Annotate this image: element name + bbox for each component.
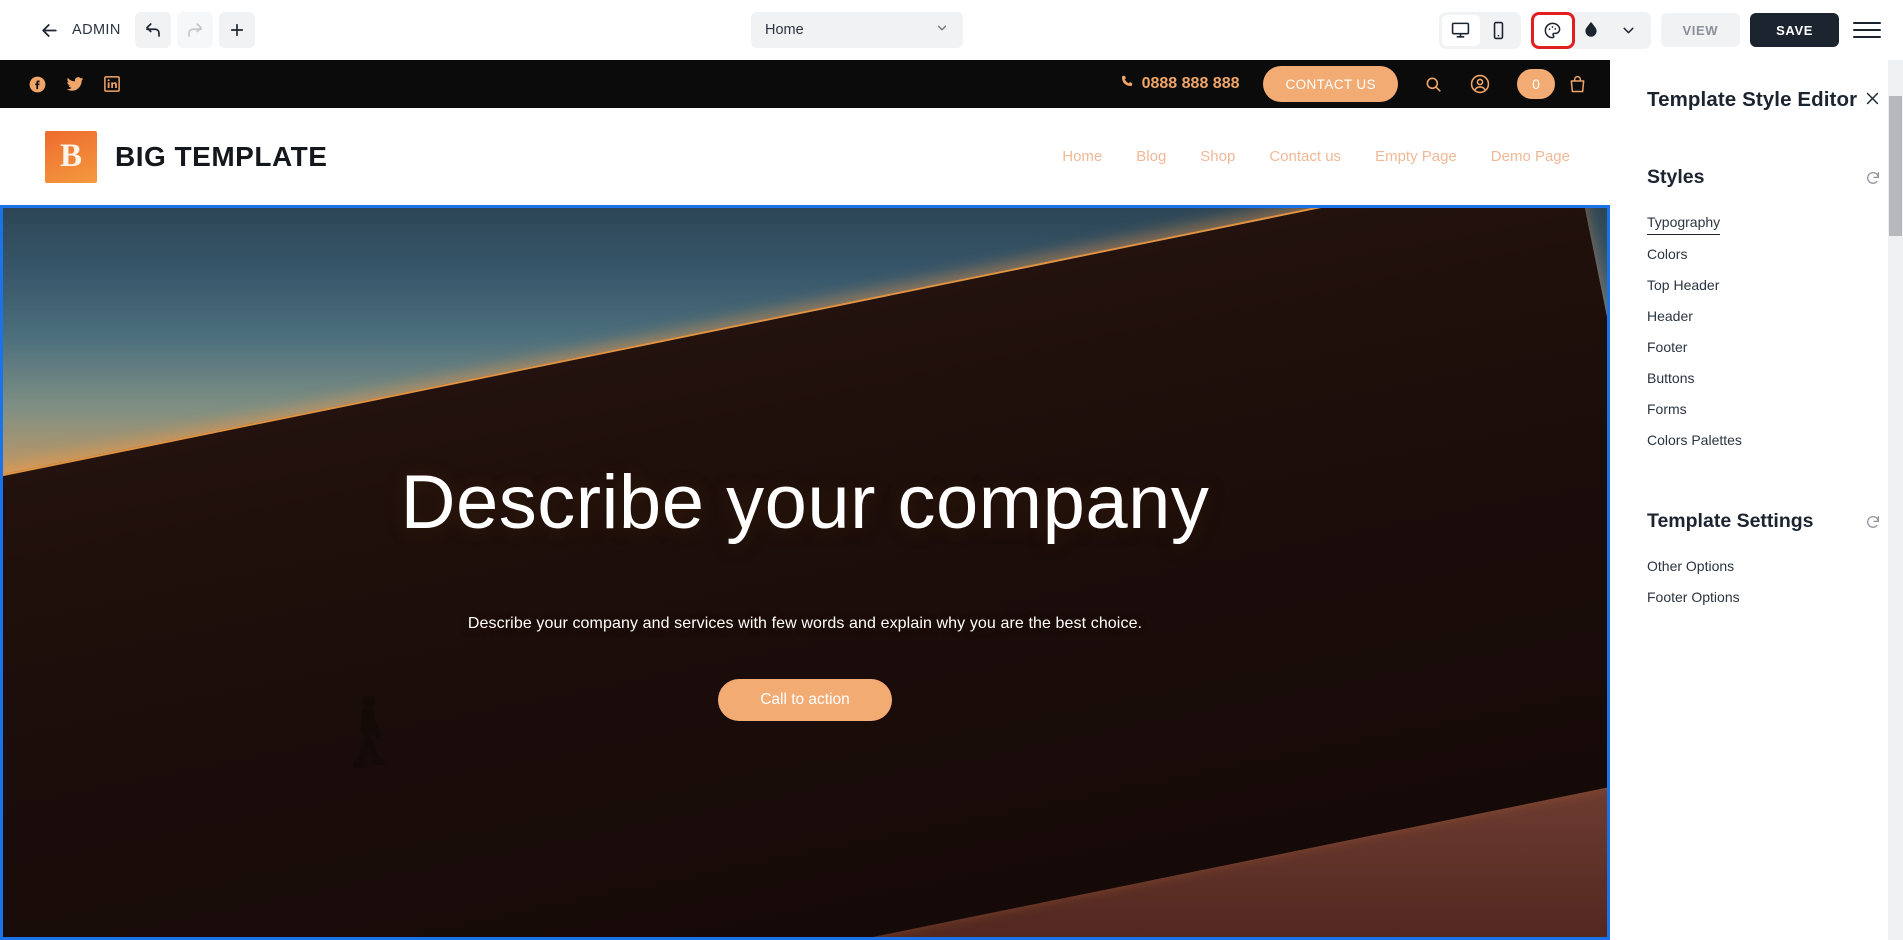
admin-toolbar-left: ADMIN (0, 12, 255, 48)
style-item-typography[interactable]: Typography (1647, 207, 1721, 235)
call-to-action-button[interactable]: Call to action (718, 678, 892, 721)
reset-icon[interactable] (1865, 514, 1881, 530)
settings-item-other-options[interactable]: Other Options (1647, 551, 1734, 582)
admin-toolbar-right: VIEW SAVE (1438, 0, 1885, 60)
nav-item-demo-page[interactable]: Demo Page (1491, 148, 1570, 165)
admin-label[interactable]: ADMIN (72, 22, 121, 38)
styles-section-title: Styles (1647, 166, 1705, 188)
device-toggle-group (1438, 11, 1521, 49)
shopping-bag-icon[interactable] (1567, 74, 1588, 95)
styles-section: Styles Typography Colors Top Header Head… (1625, 166, 1903, 456)
page-selector-value: Home (765, 22, 804, 38)
page-selector[interactable]: Home (751, 12, 963, 48)
reset-icon[interactable] (1865, 170, 1881, 186)
facebook-icon[interactable] (28, 75, 47, 94)
style-item-footer[interactable]: Footer (1647, 332, 1687, 363)
site-logo[interactable]: B BIG TEMPLATE (45, 130, 328, 183)
nav-item-contact-us[interactable]: Contact us (1269, 148, 1341, 165)
hero-subtitle: Describe your company and services with … (467, 614, 1143, 632)
settings-item-footer-options[interactable]: Footer Options (1647, 582, 1740, 613)
style-item-forms[interactable]: Forms (1647, 394, 1687, 425)
palette-button[interactable] (1530, 11, 1575, 49)
cart-count-badge[interactable]: 0 (1517, 69, 1555, 99)
site-top-header: 0888 888 888 CONTACT US 0 (0, 60, 1610, 108)
style-item-top-header[interactable]: Top Header (1647, 270, 1719, 301)
theme-droplet-button[interactable] (1572, 15, 1610, 46)
phone-number: 0888 888 888 (1141, 75, 1240, 92)
site-preview-canvas: 0888 888 888 CONTACT US 0 B BIG TEMPLATE… (0, 60, 1610, 940)
template-style-editor-panel: Template Style Editor Styles Typography … (1625, 60, 1903, 940)
style-tools-group (1530, 11, 1651, 49)
styles-section-header: Styles (1647, 166, 1881, 189)
hamburger-menu-icon[interactable] (1853, 14, 1885, 46)
mobile-view-button[interactable] (1480, 15, 1518, 46)
style-item-colors[interactable]: Colors (1647, 239, 1687, 270)
undo-button[interactable] (134, 12, 171, 48)
twitter-icon[interactable] (65, 74, 85, 94)
site-top-header-right: 0888 888 888 CONTACT US 0 (1119, 60, 1588, 108)
social-links (28, 74, 121, 94)
panel-title: Template Style Editor (1647, 88, 1858, 111)
save-button[interactable]: SAVE (1750, 13, 1839, 47)
contact-us-button[interactable]: CONTACT US (1263, 66, 1398, 102)
nav-item-home[interactable]: Home (1062, 148, 1102, 165)
phone-link[interactable]: 0888 888 888 (1119, 74, 1240, 94)
user-circle-icon[interactable] (1469, 73, 1491, 95)
more-options-button[interactable] (1610, 15, 1648, 46)
nav-item-blog[interactable]: Blog (1136, 148, 1166, 165)
view-button[interactable]: VIEW (1660, 13, 1741, 47)
template-settings-section: Template Settings Other Options Footer O… (1625, 510, 1903, 613)
panel-header: Template Style Editor (1625, 88, 1903, 112)
site-navigation: Home Blog Shop Contact us Empty Page Dem… (1062, 108, 1570, 205)
nav-item-shop[interactable]: Shop (1200, 148, 1235, 165)
style-item-header[interactable]: Header (1647, 301, 1693, 332)
hero-content: Describe your company Describe your comp… (3, 208, 1607, 937)
preview-scrollbar-thumb[interactable] (1889, 96, 1902, 236)
hero-title: Describe your company (400, 459, 1210, 545)
admin-toolbar: ADMIN Home VIEW SAVE (0, 0, 1903, 60)
close-icon[interactable] (1858, 89, 1881, 111)
style-item-buttons[interactable]: Buttons (1647, 363, 1694, 394)
logo-mark: B (45, 130, 97, 183)
search-icon[interactable] (1424, 75, 1443, 94)
redo-button[interactable] (176, 12, 213, 48)
chevron-down-icon (935, 21, 949, 40)
linkedin-icon[interactable] (103, 75, 121, 93)
template-settings-title: Template Settings (1647, 510, 1814, 532)
add-button[interactable] (218, 12, 255, 48)
style-item-colors-palettes[interactable]: Colors Palettes (1647, 425, 1742, 456)
nav-item-empty-page[interactable]: Empty Page (1375, 148, 1457, 165)
template-settings-header: Template Settings (1647, 510, 1881, 533)
phone-icon (1119, 74, 1134, 94)
logo-text: BIG TEMPLATE (115, 140, 328, 172)
hero-section-selected[interactable]: Describe your company Describe your comp… (0, 205, 1610, 940)
desktop-view-button[interactable] (1441, 14, 1480, 46)
site-header: B BIG TEMPLATE Home Blog Shop Contact us… (0, 108, 1610, 205)
back-arrow-icon[interactable] (36, 17, 62, 43)
